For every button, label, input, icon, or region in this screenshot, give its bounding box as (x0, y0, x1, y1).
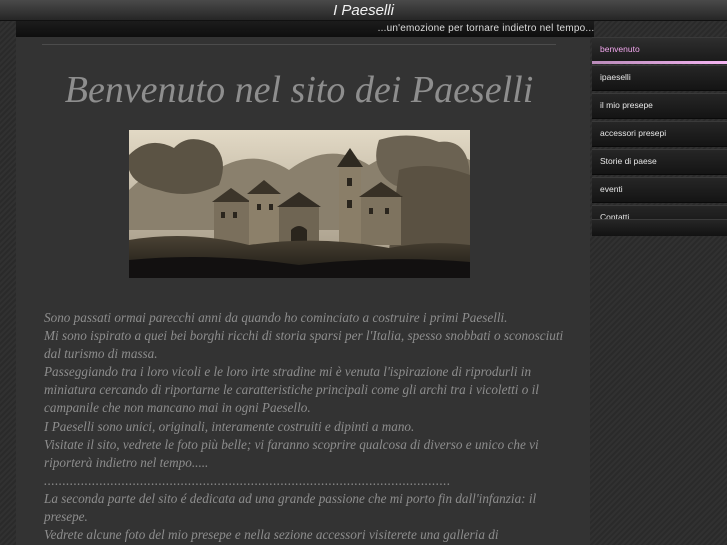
nav-item-label: benvenuto (600, 44, 640, 54)
page-heading: Benvenuto nel sito dei Paeselli (64, 69, 534, 111)
sidebar-footer-bar (592, 219, 727, 236)
nav-item-il-mio-presepe[interactable]: il mio presepe (592, 93, 727, 119)
site-tagline: ...un'emozione per tornare indietro nel … (377, 23, 595, 34)
paragraph: Vedrete alcune foto del mio presepe e ne… (44, 527, 499, 543)
nav-item-eventi[interactable]: eventi (592, 177, 727, 203)
welcome-text: Sono passati ormai parecchi anni da quan… (44, 309, 564, 544)
top-divider (42, 44, 556, 45)
nav-item-label: Storie di paese (600, 156, 657, 166)
paragraph: Visitate il sito, vedrete le foto più be… (44, 436, 539, 470)
sidebar-navigation: benvenuto ipaeselli il mio presepe acces… (592, 37, 727, 545)
nav-item-ipaeselli[interactable]: ipaeselli (592, 65, 727, 91)
nav-item-storie-di-paese[interactable]: Storie di paese (592, 149, 727, 175)
paragraph: I Paeselli sono unici, originali, intera… (44, 418, 415, 434)
hero-image-miniature-village (129, 130, 470, 278)
paragraph: Passeggiando tra i loro vicoli e le loro… (44, 364, 539, 416)
nav-item-accessori-presepi[interactable]: accessori presepi (592, 121, 727, 147)
nav-item-label: eventi (600, 184, 623, 194)
nav-item-benvenuto[interactable]: benvenuto (592, 37, 727, 64)
nav-item-label: ipaeselli (600, 72, 631, 82)
nav-item-label: il mio presepe (600, 100, 653, 110)
paragraph: Sono passati ormai parecchi anni da quan… (44, 310, 508, 325)
paragraph: La seconda parte del sito é dedicata ad … (44, 490, 537, 525)
site-title: I Paeselli (333, 2, 394, 19)
nav-item-label: accessori presepi (600, 128, 667, 138)
dotted-separator: ........................................… (44, 472, 451, 488)
paragraph: Mi sono ispirato a quei bei borghi ricch… (44, 328, 564, 362)
